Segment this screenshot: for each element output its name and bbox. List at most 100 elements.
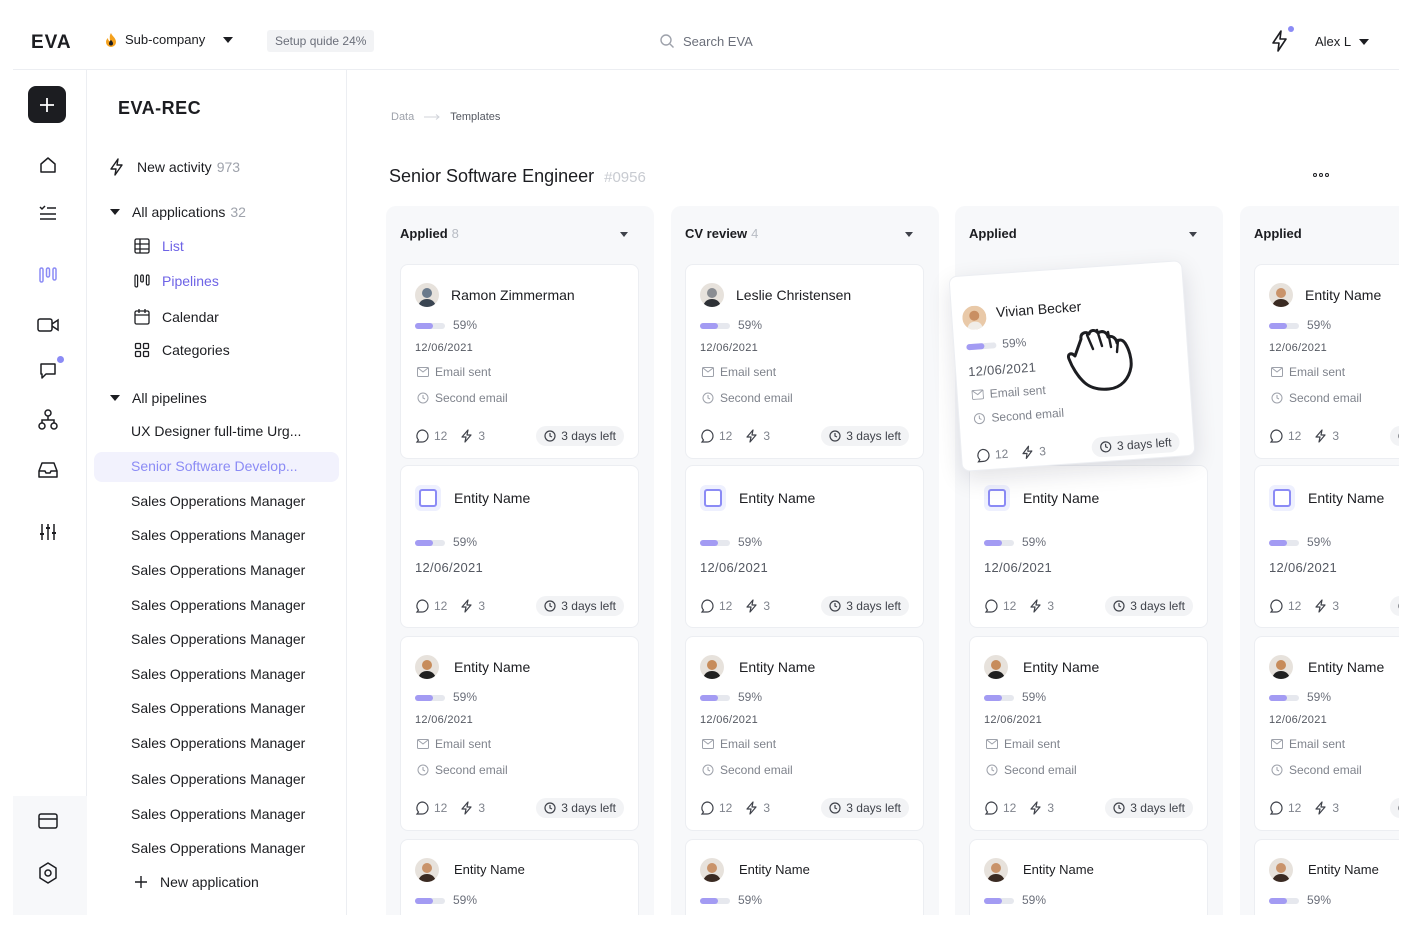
activity-count[interactable]: 3 — [1315, 599, 1339, 613]
pipeline-item[interactable]: Sales Opperations Manager — [131, 493, 305, 509]
pipelines-icon[interactable] — [37, 264, 59, 286]
comments-count[interactable]: 12 — [1269, 429, 1301, 443]
card-footer: 12 3 3 days left — [700, 426, 909, 446]
chevron-down-icon[interactable] — [620, 232, 628, 237]
sidebar-item-all-applications[interactable]: All applications 32 — [110, 204, 246, 220]
new-application-button[interactable]: New application — [134, 874, 259, 890]
comments-count[interactable]: 12 — [700, 801, 732, 815]
breadcrumb-item[interactable]: Data — [391, 111, 414, 123]
billing-card-icon[interactable] — [37, 810, 59, 832]
activity-count[interactable]: 3 — [746, 429, 770, 443]
activity-count[interactable]: 3 — [746, 801, 770, 815]
column-title[interactable]: CV review 4 — [685, 226, 758, 241]
video-icon[interactable] — [37, 314, 59, 336]
sidebar-item-list[interactable]: List — [134, 238, 184, 254]
chevron-down-icon[interactable] — [905, 232, 913, 237]
bolt-icon — [746, 801, 758, 815]
pipeline-item[interactable]: Sales Opperations Manager — [131, 840, 305, 856]
pipeline-item[interactable]: Sales Opperations Manager — [131, 527, 305, 543]
entity-card[interactable]: Entity Name 59% — [1254, 839, 1399, 915]
pipeline-item[interactable]: Sales Opperations Manager — [131, 735, 305, 751]
pipeline-item[interactable]: Sales Opperations Manager — [131, 700, 305, 716]
entity-card[interactable]: Entity Name 59% 12/06/2021 12 3 3 days left — [969, 465, 1208, 628]
sidebar-item-pipelines[interactable]: Pipelines — [134, 273, 219, 289]
column-title[interactable]: Applied — [1254, 226, 1306, 241]
activity-count[interactable]: 3 — [461, 429, 485, 443]
activity-count[interactable]: 3 — [461, 599, 485, 613]
pipeline-item-active[interactable]: Senior Software Develop... — [131, 458, 298, 474]
company-switcher[interactable]: Sub-company — [105, 32, 234, 47]
activity-count[interactable]: 3 — [1030, 801, 1054, 815]
entity-card[interactable]: Entity Name 59% — [685, 839, 924, 915]
entity-card[interactable]: Entity Name 59% 12/06/2021 12 3 3 days left — [1254, 465, 1399, 628]
pipeline-item[interactable]: Sales Opperations Manager — [131, 631, 305, 647]
column-title[interactable]: Applied — [969, 226, 1021, 241]
sidebar-item-all-pipelines[interactable]: All pipelines — [110, 390, 207, 406]
candidate-card[interactable]: Leslie Christensen 59% 12/06/2021 Email sen… — [685, 264, 924, 459]
settings-icon[interactable] — [37, 862, 59, 884]
app-window: EVA Sub-company Setup quide 24% Search E… — [13, 14, 1399, 915]
entity-card[interactable]: Entity Name 59% 12/06/2021 Email sent Second… — [400, 636, 639, 831]
sidebar-item-calendar[interactable]: Calendar — [134, 308, 219, 325]
card-footer: 12 3 3 days left — [984, 798, 1193, 818]
comments-count[interactable]: 12 — [415, 599, 447, 613]
activity-count[interactable]: 3 — [461, 801, 485, 815]
messages-icon[interactable] — [37, 360, 59, 382]
pipeline-item[interactable]: Sales Opperations Manager — [131, 806, 305, 822]
eva-logo[interactable]: EVA — [31, 32, 72, 54]
comments-count[interactable]: 12 — [415, 429, 447, 443]
comments-count[interactable]: 12 — [700, 599, 732, 613]
more-options-icon[interactable] — [1313, 173, 1329, 177]
entity-card[interactable]: Entity Name 59% 12/06/2021 Email sent Second… — [685, 636, 924, 831]
pipeline-item[interactable]: Sales Opperations Manager — [131, 562, 305, 578]
search-placeholder: Search EVA — [683, 33, 753, 49]
comments-count[interactable]: 12 — [976, 447, 1009, 463]
activity-count[interactable]: 3 — [1315, 429, 1339, 443]
plus-icon — [40, 97, 54, 112]
pipeline-item[interactable]: Sales Opperations Manager — [131, 666, 305, 682]
comments-count[interactable]: 12 — [984, 801, 1016, 815]
comments-count[interactable]: 12 — [415, 801, 447, 815]
search-input[interactable]: Search EVA — [659, 33, 753, 49]
activity-count[interactable]: 3 — [1022, 444, 1046, 460]
search-icon — [660, 34, 674, 48]
comments-count[interactable]: 12 — [984, 599, 1016, 613]
select-checkbox[interactable] — [415, 485, 441, 511]
home-icon[interactable] — [37, 154, 59, 176]
comments-count[interactable]: 12 — [1269, 599, 1301, 613]
create-button[interactable] — [28, 86, 66, 123]
sidebar-item-new-activity[interactable]: New activity 973 — [109, 158, 240, 176]
entity-card[interactable]: Entity Name 59% 12/06/2021 12 3 3 days left — [400, 465, 639, 628]
select-checkbox[interactable] — [1269, 485, 1295, 511]
inbox-icon[interactable] — [37, 459, 59, 481]
entity-card[interactable]: Entity Name 59% 12/06/2021 Email sent Second… — [1254, 636, 1399, 831]
column-count: 4 — [751, 226, 759, 241]
pipeline-item[interactable]: Sales Opperations Manager — [131, 597, 305, 613]
chevron-down-icon[interactable] — [1189, 232, 1197, 237]
pipeline-item[interactable]: Sales Opperations Manager — [131, 771, 305, 787]
activity-count[interactable]: 3 — [1030, 599, 1054, 613]
mail-icon — [1271, 739, 1283, 749]
filters-icon[interactable] — [37, 521, 59, 543]
activity-bolt-icon[interactable] — [1270, 30, 1290, 52]
entity-card[interactable]: Entity Name 59% — [400, 839, 639, 915]
candidate-card[interactable]: Entity Name 59% 12/06/2021 Email sent Second… — [1254, 264, 1399, 459]
user-menu[interactable]: Alex L — [1315, 34, 1370, 49]
progress-percent: 59% — [1307, 690, 1332, 704]
setup-guide-badge[interactable]: Setup quide 24% — [267, 30, 375, 52]
activity-count[interactable]: 3 — [1315, 801, 1339, 815]
comments-count[interactable]: 12 — [1269, 801, 1301, 815]
select-checkbox[interactable] — [700, 485, 726, 511]
entity-card[interactable]: Entity Name 59% 12/06/2021 Email sent Second… — [969, 636, 1208, 831]
tasks-icon[interactable] — [37, 202, 59, 224]
select-checkbox[interactable] — [984, 485, 1010, 511]
column-title[interactable]: Applied 8 — [400, 226, 459, 241]
comments-count[interactable]: 12 — [700, 429, 732, 443]
org-chart-icon[interactable] — [37, 409, 59, 431]
entity-card[interactable]: Entity Name 59% — [969, 839, 1208, 915]
candidate-card[interactable]: Ramon Zimmerman 59% 12/06/2021 Email sent Se… — [400, 264, 639, 459]
pipeline-item[interactable]: UX Designer full-time Urg... — [131, 423, 301, 439]
sidebar-item-categories[interactable]: Categories — [134, 342, 230, 358]
activity-count[interactable]: 3 — [746, 599, 770, 613]
entity-card[interactable]: Entity Name 59% 12/06/2021 12 3 3 days left — [685, 465, 924, 628]
